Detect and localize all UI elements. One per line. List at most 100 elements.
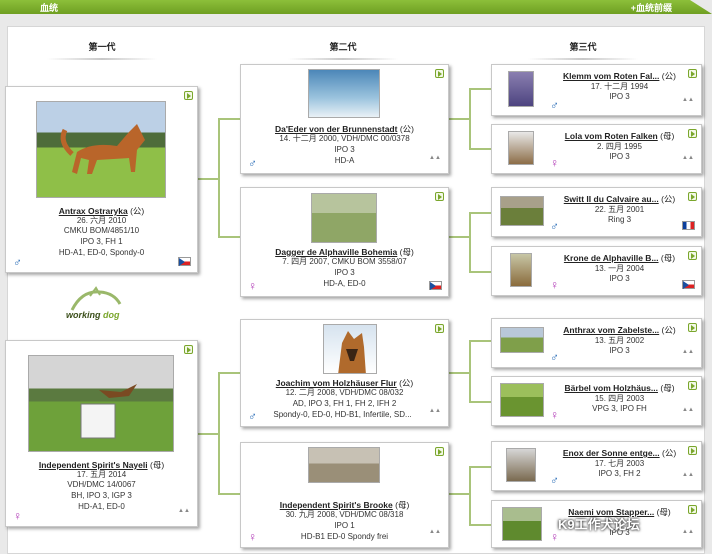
female-icon: ♀: [550, 156, 559, 170]
gen3-header: 第三代: [523, 40, 643, 60]
pedigree-icon: ▲▲: [429, 155, 441, 161]
info-line: 26. 六月 2010: [76, 216, 127, 225]
info-line: HD-A1, ED-0: [78, 502, 125, 511]
dog-photo[interactable]: [500, 327, 544, 353]
video-icon[interactable]: [435, 324, 444, 333]
dog-photo[interactable]: [510, 253, 532, 287]
male-icon: ♂: [248, 409, 257, 423]
male-icon: ♂: [248, 156, 257, 170]
info-line: BH, IPO 3, IGP 3: [71, 491, 132, 500]
info-line: 14. 十二月 2000, VDH/DMC 00/0378: [279, 134, 410, 143]
gen3-card-7[interactable]: Enox der Sonne entge... (公) 17. 七月 2003 …: [491, 441, 702, 491]
dog-name[interactable]: Anthrax vom Zabelste... (公): [552, 324, 687, 336]
pedigree-icon: ▲▲: [178, 508, 190, 514]
male-icon: ♂: [550, 473, 559, 487]
info-line: 7. 四月 2007, CMKU BOM 3558/07: [282, 257, 407, 266]
video-icon[interactable]: [688, 129, 697, 138]
header-title: 血统: [40, 3, 59, 13]
info-line: HD-B1 ED-0 Spondy frei: [300, 532, 389, 541]
pedigree-icon: ▲▲: [682, 349, 694, 355]
dog-photo[interactable]: [28, 355, 174, 452]
female-icon: ♀: [248, 530, 257, 544]
video-icon[interactable]: [184, 91, 193, 100]
pedigree-icon: ▲▲: [682, 529, 694, 535]
info-line: 17. 十二月 1994: [590, 82, 649, 91]
dog-photo[interactable]: [36, 101, 166, 198]
video-icon[interactable]: [688, 381, 697, 390]
gen1-header: 第一代: [42, 40, 162, 60]
info-line: IPO 3, FH 2: [598, 469, 641, 478]
video-icon[interactable]: [435, 447, 444, 456]
gen3-card-5[interactable]: Anthrax vom Zabelste... (公) 13. 五月 2002 …: [491, 318, 702, 368]
gen2-card-1[interactable]: Da'Eder von der Brunnenstadt (公) 14. 十二月…: [240, 64, 449, 174]
info-line: IPO 3: [334, 145, 355, 154]
dog-photo[interactable]: [500, 196, 544, 226]
info-line: IPO 3: [609, 152, 630, 161]
info-line: AD, IPO 3, FH 1, FH 2, IFH 2: [292, 399, 397, 408]
info-line: HD-A, ED-0: [323, 279, 366, 288]
working-dog-logo: working dog: [62, 286, 142, 326]
flag-icon: [178, 257, 191, 266]
info-line: 13. 一月 2004: [594, 264, 645, 273]
gen3-card-1[interactable]: Klemm vom Roten Fal... (公) 17. 十二月 1994 …: [491, 64, 702, 116]
video-icon[interactable]: [688, 505, 697, 514]
video-icon[interactable]: [435, 69, 444, 78]
dog-photo[interactable]: [502, 507, 542, 541]
gen1-card-sire[interactable]: Antrax Ostraryka (公) 26. 六月 2010 CMKU BO…: [5, 86, 198, 273]
video-icon[interactable]: [688, 251, 697, 260]
info-line: HD-A: [334, 156, 355, 165]
gen2-header: 第二代: [283, 40, 403, 60]
dog-name[interactable]: Bärbel vom Holzhäus... (母): [552, 382, 687, 394]
gen3-card-6[interactable]: Bärbel vom Holzhäus... (母) 15. 四月 2003 V…: [491, 376, 702, 426]
gen3-card-2[interactable]: Lola vom Roten Falken (母) 2. 四月 1995 IPO…: [491, 124, 702, 174]
watermark: K9工作犬论坛: [558, 517, 640, 532]
dog-name[interactable]: Klemm vom Roten Fal... (公): [552, 70, 687, 82]
dog-photo[interactable]: [308, 447, 380, 483]
dog-photo[interactable]: [508, 71, 534, 107]
video-icon[interactable]: [688, 323, 697, 332]
dog-photo[interactable]: [323, 324, 377, 374]
video-icon[interactable]: [435, 192, 444, 201]
dog-name[interactable]: Krone de Alphaville B... (母): [552, 252, 687, 264]
dog-name[interactable]: Lola vom Roten Falken (母): [552, 130, 687, 142]
dog-name[interactable]: Enox der Sonne entge... (公): [552, 447, 687, 459]
male-icon: ♂: [550, 350, 559, 364]
info-line: 12. 二月 2008, VDH/DMC 08/032: [285, 388, 404, 397]
dog-photo[interactable]: [508, 131, 534, 165]
info-line: IPO 3, FH 1: [80, 237, 123, 246]
gen3-card-3[interactable]: Switt II du Calvaire au... (公) 22. 五月 20…: [491, 187, 702, 237]
pedigree-icon: ▲▲: [682, 407, 694, 413]
female-icon: ♀: [248, 279, 257, 293]
info-line: HD-A1, ED-0, Spondy-0: [58, 248, 145, 257]
female-icon: ♀: [550, 278, 559, 292]
pedigree-icon: ▲▲: [682, 97, 694, 103]
info-line: IPO 3: [334, 268, 355, 277]
video-icon[interactable]: [184, 345, 193, 354]
info-line: 2. 四月 1995: [597, 142, 642, 151]
video-icon[interactable]: [688, 192, 697, 201]
info-line: 17. 五月 2014: [76, 470, 127, 479]
dog-photo[interactable]: [506, 448, 536, 482]
dog-photo[interactable]: [311, 193, 377, 243]
video-icon[interactable]: [688, 446, 697, 455]
female-icon: ♀: [13, 509, 22, 523]
video-icon[interactable]: [688, 69, 697, 78]
gen2-card-3[interactable]: Joachim vom Holzhäuser Flur (公) 12. 二月 2…: [240, 319, 449, 427]
info-line: IPO 1: [334, 521, 355, 530]
prefix-link[interactable]: +血统前缀: [631, 1, 672, 14]
gen2-card-4[interactable]: Independent Spirit's Brooke (母) 30. 九月 2…: [240, 442, 449, 548]
info-line: IPO 3: [609, 274, 630, 283]
dog-name[interactable]: Switt II du Calvaire au... (公): [552, 193, 687, 205]
gen1-card-dam[interactable]: Independent Spirit's Nayeli (母) 17. 五月 2…: [5, 340, 198, 527]
male-icon: ♂: [550, 219, 559, 233]
info-line: 22. 五月 2001: [594, 205, 645, 214]
dog-photo[interactable]: [500, 383, 544, 417]
pedigree-icon: ▲▲: [682, 155, 694, 161]
info-line: 17. 七月 2003: [594, 459, 645, 468]
dog-photo[interactable]: [308, 69, 380, 118]
pedigree-icon: ▲▲: [682, 472, 694, 478]
female-icon: ♀: [550, 408, 559, 422]
gen2-card-2[interactable]: Dagger de Alphaville Bohemia (母) 7. 四月 2…: [240, 187, 449, 297]
gen3-card-4[interactable]: Krone de Alphaville B... (母) 13. 一月 2004…: [491, 246, 702, 296]
info-line: IPO 3: [609, 92, 630, 101]
